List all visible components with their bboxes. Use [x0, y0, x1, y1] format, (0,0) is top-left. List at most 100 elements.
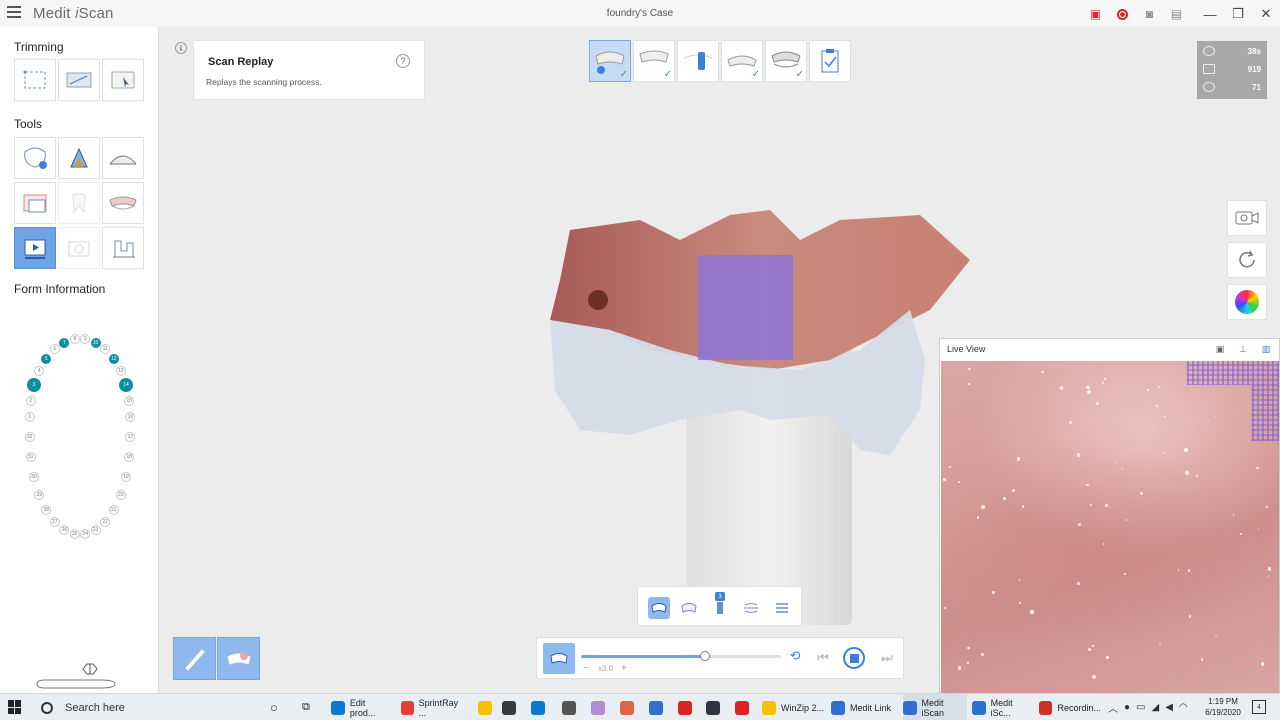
tooth-9[interactable]: 9 [80, 334, 91, 345]
taskbar-app-3[interactable]: Medit Link [831, 694, 895, 720]
color-mode-button[interactable] [1227, 284, 1267, 320]
tooth-25[interactable]: 25 [69, 529, 80, 540]
stage-scanbody-button[interactable] [677, 40, 719, 82]
stage-mandible-button[interactable]: ✓ [633, 40, 675, 82]
stage-review-button[interactable] [809, 40, 851, 82]
windows-start-icon[interactable] [8, 700, 22, 714]
file-explorer-icon[interactable] [478, 694, 497, 720]
tooth-7[interactable]: 7 [59, 337, 70, 348]
minimize-button[interactable]: — [1196, 5, 1224, 23]
tooth-29[interactable]: 29 [34, 489, 45, 500]
app-label: Recordin... [1057, 702, 1101, 713]
tooth-1[interactable]: 1 [24, 412, 35, 422]
tooth-19[interactable]: 19 [121, 471, 132, 482]
tooth-10[interactable]: 10 [90, 337, 101, 348]
tooth-32[interactable]: 32 [24, 432, 35, 442]
brush-tool-button[interactable] [173, 637, 216, 680]
tooth-5[interactable]: 5 [41, 354, 52, 365]
mic-icon[interactable]: ● [1124, 702, 1130, 713]
taskbar-app-1[interactable]: SprintRay ... [401, 694, 463, 720]
store-icon[interactable] [502, 694, 521, 720]
pin-icon[interactable]: ⊥ [1236, 343, 1250, 355]
cortana-icon[interactable]: ○ [270, 694, 286, 720]
tooth-6[interactable]: 6 [49, 344, 60, 355]
tooth-14[interactable]: 14 [119, 378, 134, 393]
taskbar-app-2[interactable]: WinZip 2... [762, 694, 824, 720]
tooth-12[interactable]: 12 [108, 354, 119, 365]
close-button[interactable]: ✕ [1252, 5, 1280, 23]
taskbar-app-5[interactable]: Medit iSc... [972, 694, 1034, 720]
help-icon[interactable]: ? [396, 54, 410, 68]
tooth-27[interactable]: 27 [49, 516, 60, 527]
task-view-icon[interactable]: ⧉ [302, 694, 318, 720]
highlight-speck [1188, 615, 1192, 618]
tooth-30[interactable]: 30 [28, 471, 39, 482]
skip-back-icon[interactable]: ⏮ [813, 648, 833, 668]
record-icon[interactable] [1109, 5, 1136, 23]
tooth-8[interactable]: 8 [69, 334, 80, 345]
notification-icon[interactable]: 4 [1252, 700, 1266, 714]
taskbar-search[interactable]: Search here [31, 694, 262, 720]
record-area-icon[interactable]: ▣ [1082, 5, 1109, 23]
replay-progress-knob[interactable] [700, 651, 710, 661]
tooth-16[interactable]: 16 [125, 412, 136, 422]
tooth-22[interactable]: 22 [100, 516, 111, 527]
maximize-button[interactable]: ❐ [1224, 5, 1252, 23]
wifi-icon[interactable]: ◠ [1179, 702, 1188, 713]
loop-icon[interactable]: ⟲ [787, 648, 803, 664]
tooth-17[interactable]: 17 [125, 432, 136, 442]
speed-increase-button[interactable]: + [621, 663, 627, 674]
tooth-15[interactable]: 15 [124, 395, 135, 406]
skip-forward-icon[interactable]: ⏭ [877, 648, 897, 668]
eraser-tool-button[interactable] [217, 637, 260, 680]
speed-decrease-button[interactable]: − [583, 663, 589, 674]
replay-progress-track[interactable] [581, 651, 781, 661]
app-icon[interactable] [562, 694, 581, 720]
volume-icon[interactable]: ◀ [1165, 702, 1173, 713]
tooth-11[interactable]: 11 [100, 344, 111, 355]
tooth-18[interactable]: 18 [124, 452, 135, 463]
app-icon[interactable] [706, 694, 725, 720]
tooth-28[interactable]: 28 [41, 504, 52, 515]
reset-view-button[interactable] [1227, 242, 1267, 278]
segment-jaw-button[interactable] [678, 597, 700, 619]
segment-all-button[interactable] [648, 597, 670, 619]
app-icon[interactable] [649, 694, 668, 720]
stop-button[interactable] [843, 647, 865, 669]
menu-icon[interactable] [7, 6, 21, 20]
opera-icon[interactable] [735, 694, 754, 720]
camera-icon[interactable]: ◙ [1136, 5, 1163, 23]
battery-icon[interactable]: ▭ [1136, 702, 1145, 713]
stage-maxilla-button[interactable]: ✓ [589, 40, 631, 82]
replay-mode-button[interactable] [543, 643, 575, 674]
tooth-23[interactable]: 23 [90, 525, 101, 536]
segment-list-button[interactable] [771, 597, 793, 619]
tooth-4[interactable]: 4 [34, 366, 45, 377]
segment-occlusion-button[interactable] [740, 597, 762, 619]
screenshot-icon[interactable]: ▤ [1163, 5, 1190, 23]
network-icon[interactable]: ◢ [1152, 702, 1160, 713]
app-icon[interactable] [620, 694, 639, 720]
stage-upper-button[interactable]: ✓ [721, 40, 763, 82]
popout-icon[interactable]: ▣ [1213, 343, 1227, 355]
dock-icon[interactable]: ▥ [1259, 343, 1273, 355]
taskbar-clock[interactable]: 1:19 PM 6/19/2020 [1200, 696, 1246, 718]
tooth-26[interactable]: 26 [59, 525, 70, 536]
info-icon[interactable]: i [175, 42, 187, 54]
tooth-3[interactable]: 3 [26, 378, 41, 393]
tooth-31[interactable]: 31 [25, 452, 36, 463]
stage-occlusion-button[interactable]: ✓ [765, 40, 807, 82]
mail-icon[interactable] [531, 694, 550, 720]
tooth-20[interactable]: 20 [115, 489, 126, 500]
tooth-2[interactable]: 2 [25, 395, 36, 406]
filezilla-icon[interactable] [678, 694, 697, 720]
taskbar-app-4[interactable]: Medit iScan [903, 694, 967, 720]
chevron-up-icon[interactable]: ︿ [1108, 700, 1118, 715]
taskbar-app-6[interactable]: Recordin... [1039, 694, 1101, 720]
taskbar-app-0[interactable]: Edit prod... [331, 694, 393, 720]
tooth-13[interactable]: 13 [115, 366, 126, 377]
tooth-21[interactable]: 21 [108, 504, 119, 515]
tooth-24[interactable]: 24 [80, 529, 91, 540]
app-icon[interactable] [591, 694, 610, 720]
video-record-button[interactable] [1227, 200, 1267, 236]
